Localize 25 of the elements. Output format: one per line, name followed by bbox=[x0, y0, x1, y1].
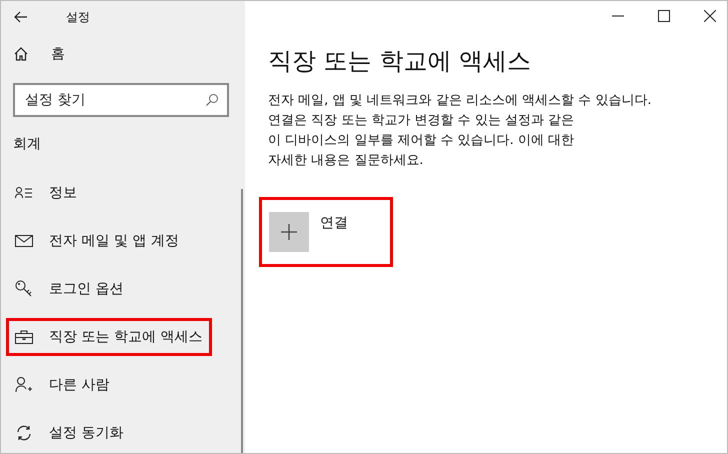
home-icon bbox=[13, 46, 29, 62]
sync-icon bbox=[15, 424, 33, 442]
back-icon[interactable] bbox=[14, 11, 28, 23]
key-icon bbox=[15, 280, 33, 298]
mail-icon bbox=[15, 235, 33, 247]
search-icon bbox=[205, 93, 219, 107]
person-add-icon bbox=[15, 376, 33, 394]
person-list-icon bbox=[15, 186, 33, 200]
section-heading: 회계 bbox=[12, 135, 42, 153]
sidebar-item[interactable]: 로그인 옵션 bbox=[6, 270, 212, 308]
maximize-icon[interactable] bbox=[658, 10, 670, 22]
sidebar-item[interactable]: 직장 또는 학교에 액세스 bbox=[6, 318, 212, 356]
connect-button[interactable]: 연결 bbox=[259, 197, 393, 267]
window-title: 설정 bbox=[66, 8, 90, 26]
page-title: 직장 또는 학교에 액세스 bbox=[268, 46, 532, 77]
sidebar-item[interactable]: 설정 동기화 bbox=[6, 414, 212, 452]
briefcase-icon bbox=[15, 330, 33, 344]
sidebar-item[interactable]: 다른 사람 bbox=[6, 366, 212, 404]
home-item[interactable]: 홈 bbox=[1, 33, 245, 63]
search-field[interactable]: 설정 찾기 bbox=[13, 83, 229, 117]
plus-icon bbox=[281, 224, 297, 240]
close-icon[interactable] bbox=[704, 10, 716, 22]
sidebar-item[interactable]: 정보 bbox=[6, 174, 212, 212]
description-text: 전자 메일, 앱 및 네트워크와 같은 리소스에 액세스할 수 있습니다. 연결은 직장 또는 학교가 변경할 수 있는 설정과 같은 이 디바이스의 일부를 제어할 수 있습니다. 이에 대한 자세한 내용은 질문하세요. bbox=[268, 92, 652, 170]
sidebar-item[interactable]: 전자 메일 및 앱 계정 bbox=[6, 222, 212, 260]
